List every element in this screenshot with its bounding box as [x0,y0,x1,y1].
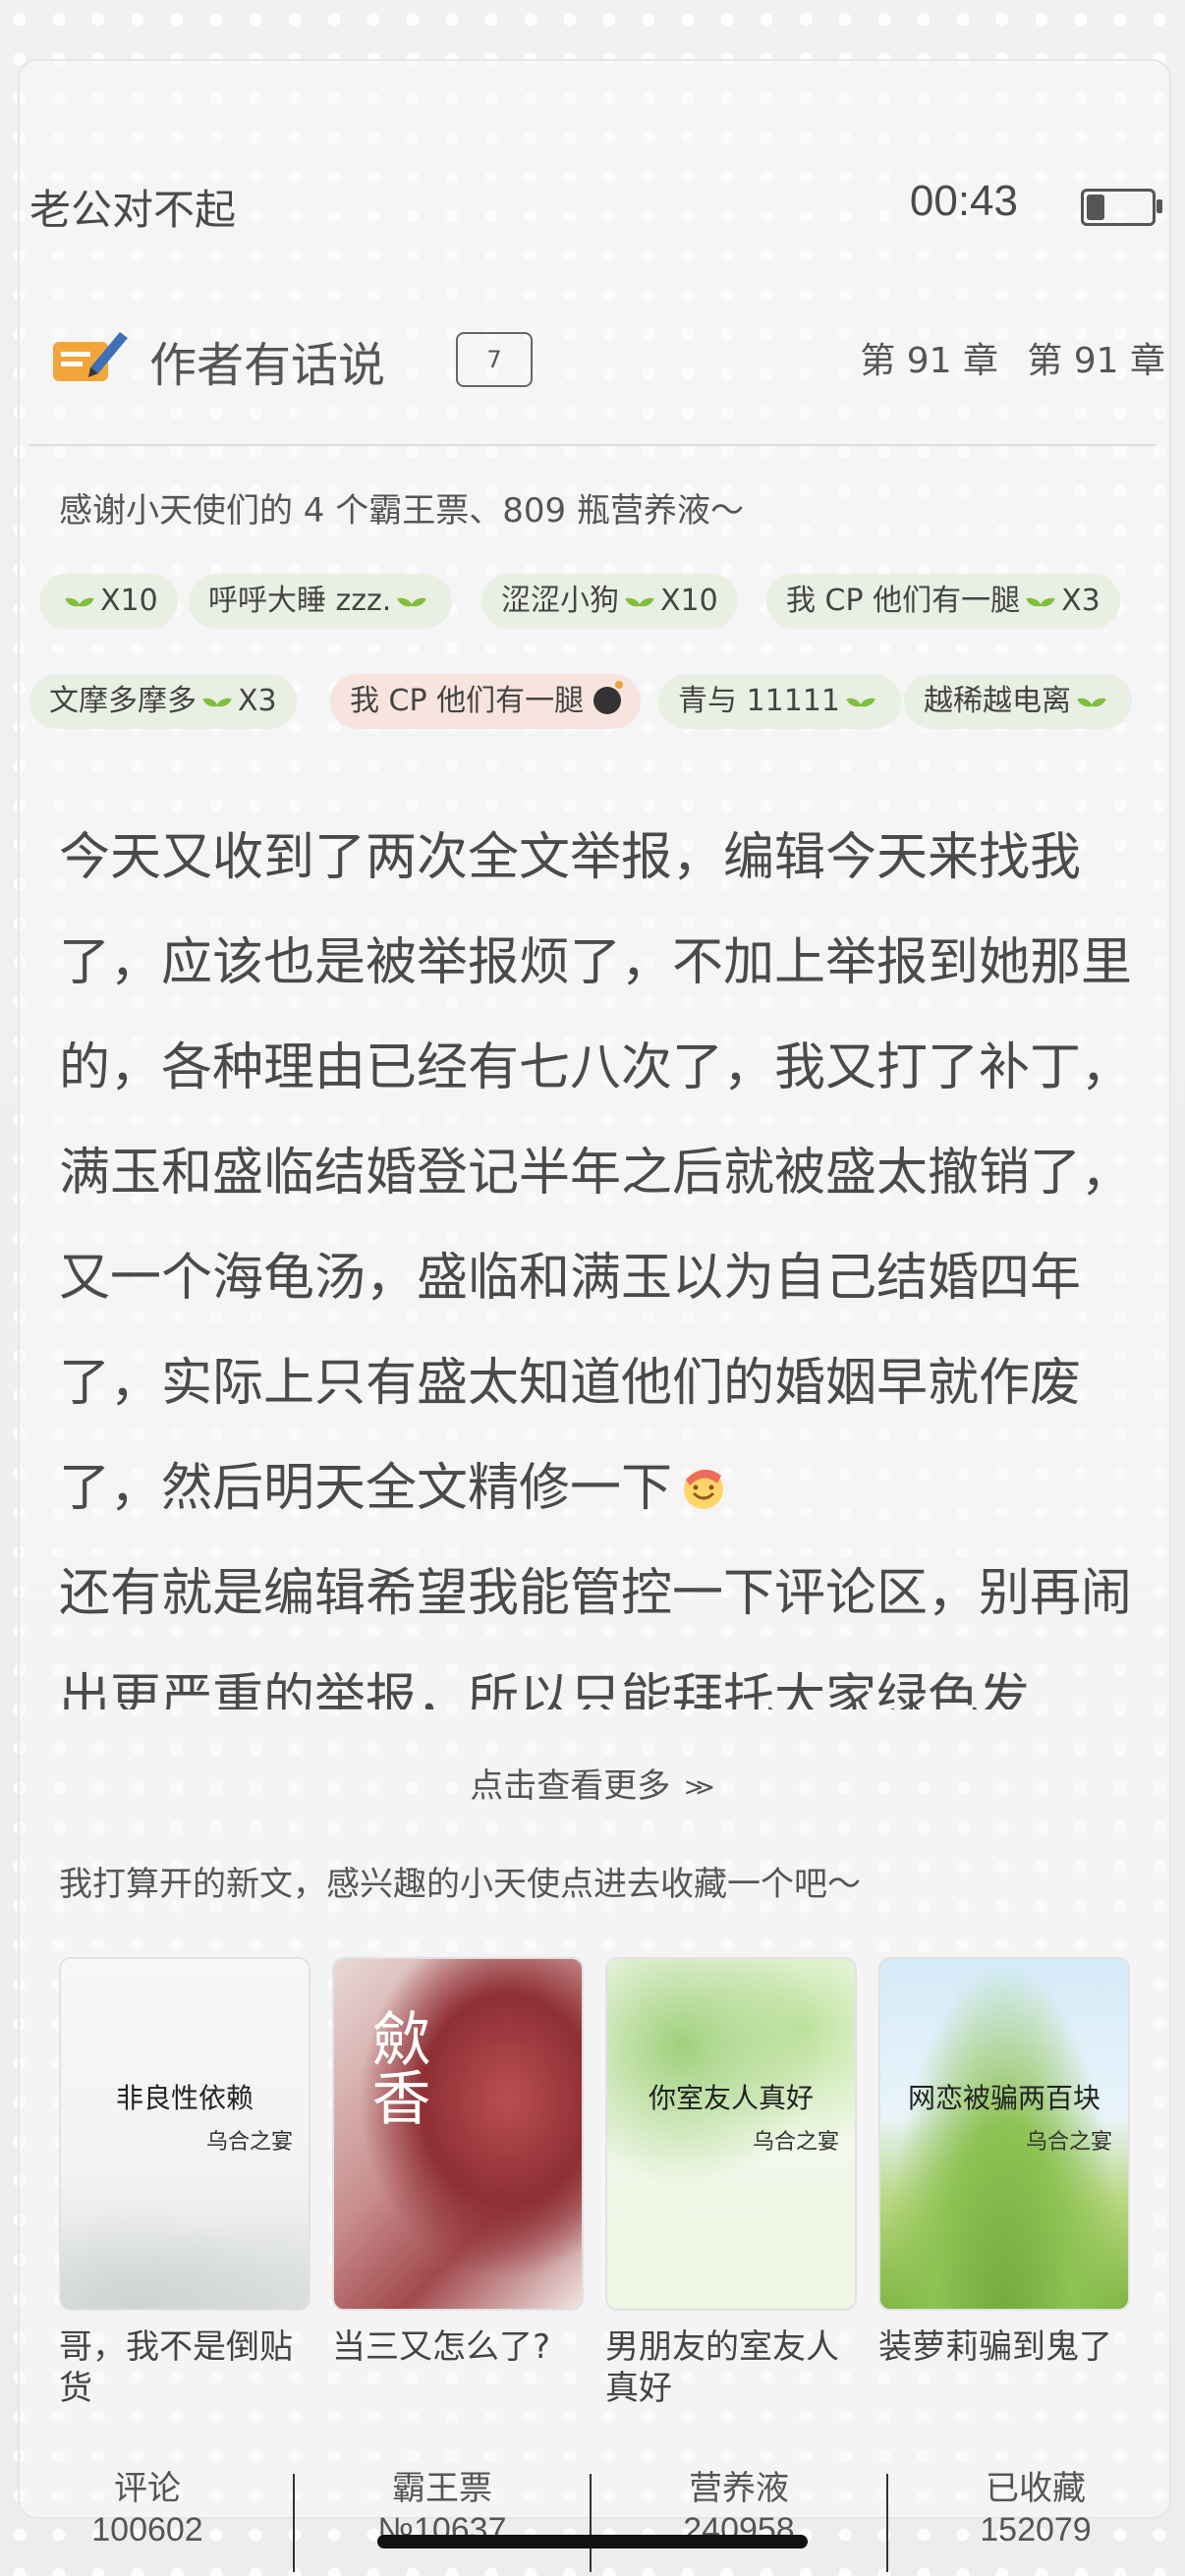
stats-bar: 评论 100602 霸王票 №10637 营养液 240958 已收藏 1520… [0,2468,1185,2576]
gift-chip-bomb[interactable]: 我 CP 他们有一腿 [330,674,642,729]
divider [29,444,1156,446]
status-bar: 老公对不起 00:43 [29,177,1162,236]
sprout-icon [848,695,874,712]
sprout-icon [1079,695,1104,712]
gift-chip[interactable]: 青与 11111 [658,674,901,729]
bomb-icon [593,681,624,714]
note-paragraph: 今天又收到了两次全文举报，编辑今天来找我了，应该也是被举报烦了，不加上举报到她那… [59,828,1133,1518]
book-title[interactable]: 哥，我不是倒贴货 [59,2326,307,2409]
gift-chip[interactable]: 呼呼大睡 zzz. [189,574,453,629]
gift-chip[interactable]: 越稀越电离 [904,674,1132,729]
gift-chip[interactable]: 涩涩小狗 X10 [481,574,738,629]
comment-count-badge[interactable]: 7 [456,332,533,387]
new-books-list: 非良性依赖 乌合之宴 哥，我不是倒贴货 歛香 当三又怎么了? 你室友人真好 乌合… [59,1957,1130,2408]
sprout-icon [399,594,424,612]
chapter-label-secondary: 第 91 章 [1027,341,1165,381]
book-card[interactable]: 非良性依赖 乌合之宴 哥，我不是倒贴货 [59,1957,310,2409]
book-title[interactable]: 当三又怎么了? [332,2326,580,2368]
home-indicator[interactable] [377,2535,808,2548]
chevron-double-down-icon: ≫ [684,1773,715,1802]
book-cover[interactable]: 歛香 [332,1957,584,2311]
book-title[interactable]: 装萝莉骗到鬼了 [878,2326,1126,2368]
sprout-icon [1028,594,1053,612]
thanks-line: 感谢小天使们的 4 个霸王票、809 瓶营养液～ [59,491,744,531]
page-title: 老公对不起 [29,186,237,234]
book-card[interactable]: 歛香 当三又怎么了? [332,1957,584,2368]
book-cover[interactable]: 你室友人真好 乌合之宴 [605,1957,857,2311]
smiling-face-emoji-icon [684,1469,724,1509]
chapter-label: 第 91 章 [860,341,998,381]
book-cover[interactable]: 非良性依赖 乌合之宴 [59,1957,310,2311]
book-cover[interactable]: 网恋被骗两百块 乌合之宴 [878,1957,1130,2311]
new-books-intro: 我打算开的新文，感兴趣的小天使点进去收藏一个吧～ [59,1865,861,1904]
book-title[interactable]: 男朋友的室友人真好 [605,2326,853,2409]
author-note-body: 今天又收到了两次全文举报，编辑今天来找我了，应该也是被举报烦了，不加上举报到她那… [59,806,1146,1709]
author-note-header: 作者有话说 7 第 91 章 第 91 章 [51,314,1165,403]
favorites-stat[interactable]: 已收藏 152079 [888,2468,1183,2550]
sprout-icon [204,695,230,712]
sprout-icon [67,594,92,612]
see-more-button[interactable]: 点击查看更多 ≫ [0,1759,1185,1807]
gift-chip[interactable]: 文摩多摩多 X3 [29,674,297,729]
clock: 00:43 [909,177,1018,225]
note-paragraph: 还有就是编辑希望我能管控一下评论区，别再闹出更严重的举报，所以只能拜托大家绿色发 [59,1564,1133,1709]
pen-note-icon [53,332,128,381]
comments-stat[interactable]: 评论 100602 [0,2468,295,2550]
gift-chip[interactable]: 我 CP 他们有一腿 X3 [766,574,1120,629]
gift-chips-row-2: 文摩多摩多 X3 我 CP 他们有一腿 青与 11111 越稀越电离 [29,674,1165,733]
battery-icon [1081,189,1162,226]
gift-chips-row-1: X10 呼呼大睡 zzz. 涩涩小狗 X10 我 CP 他们有一腿 X3 [39,574,1165,633]
sprout-icon [627,594,652,612]
author-note-title: 作者有话说 [149,338,386,393]
book-card[interactable]: 网恋被骗两百块 乌合之宴 装萝莉骗到鬼了 [878,1957,1130,2368]
book-card[interactable]: 你室友人真好 乌合之宴 男朋友的室友人真好 [605,1957,857,2409]
gift-chip[interactable]: X10 [39,574,178,629]
